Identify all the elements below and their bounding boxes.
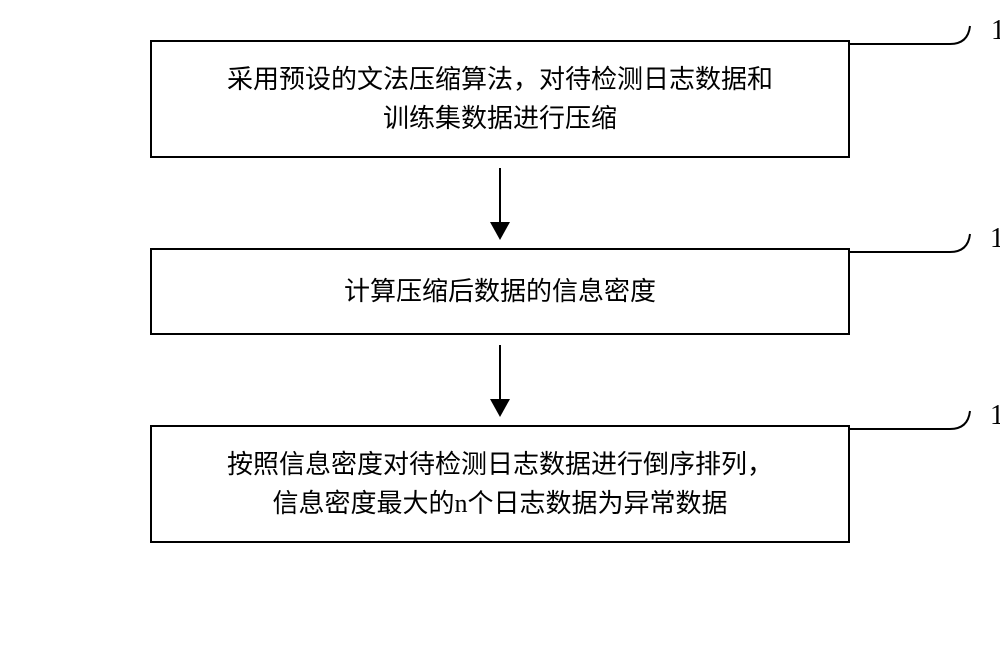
step-2-label: 12 bbox=[990, 218, 1000, 260]
step-box-3: 按照信息密度对待检测日志数据进行倒序排列， 信息密度最大的n个日志数据为异常数据… bbox=[150, 425, 850, 543]
flowchart-diagram: 采用预设的文法压缩算法，对待检测日志数据和 训练集数据进行压缩 11 计算压缩后… bbox=[50, 40, 950, 543]
step-1-label: 11 bbox=[991, 10, 1000, 52]
arrow-line-2 bbox=[499, 345, 501, 415]
step-3-text-line1: 按照信息密度对待检测日志数据进行倒序排列， bbox=[227, 450, 773, 479]
arrow-head-icon bbox=[490, 399, 510, 417]
step-1-text-line2: 训练集数据进行压缩 bbox=[383, 104, 617, 133]
step-box-2: 计算压缩后数据的信息密度 12 bbox=[150, 248, 850, 335]
step-1-text-line1: 采用预设的文法压缩算法，对待检测日志数据和 bbox=[227, 65, 773, 94]
arrow-2 bbox=[50, 335, 950, 425]
step-box-1: 采用预设的文法压缩算法，对待检测日志数据和 训练集数据进行压缩 11 bbox=[150, 40, 850, 158]
step-3-text-line2: 信息密度最大的n个日志数据为异常数据 bbox=[272, 489, 727, 518]
arrow-line-1 bbox=[499, 168, 501, 238]
step-2-text: 计算压缩后数据的信息密度 bbox=[344, 277, 656, 306]
arrow-head-icon bbox=[490, 222, 510, 240]
step-3-label: 13 bbox=[990, 395, 1000, 437]
arrow-1 bbox=[50, 158, 950, 248]
